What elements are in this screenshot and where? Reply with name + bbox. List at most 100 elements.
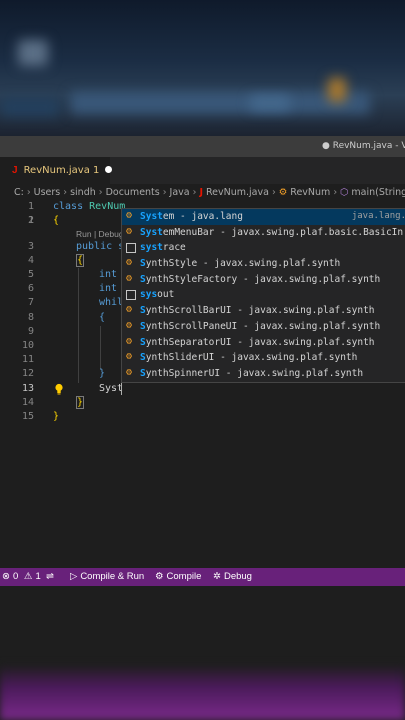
code-brace: {: [76, 254, 85, 267]
code-brace: {: [99, 312, 106, 323]
breadcrumb-class[interactable]: RevNum: [290, 187, 330, 198]
code-brace: {: [53, 215, 60, 226]
suggestion-label: emMenuBar - javax.swing.plaf.basic.Basic…: [162, 226, 404, 238]
error-count: 0: [12, 571, 19, 582]
suggestion-match: Syst: [140, 226, 163, 238]
code-keyword: int: [99, 283, 118, 294]
snippet-icon: [126, 290, 136, 301]
chevron-right-icon: ›: [162, 187, 167, 198]
suggestion-label: em - java.lang: [162, 211, 243, 222]
suggestion-item[interactable]: ⚙ SystemMenuBar - javax.swing.plaf.basic.…: [122, 225, 405, 241]
suggestion-label: ynthSeparatorUI - javax.swing.plaf.synth: [145, 336, 375, 348]
class-icon: ⚙: [278, 187, 288, 198]
breadcrumb: C: › Users › sindh › Documents › Java › J RevNum.ja…: [0, 184, 405, 202]
suggestion-label: ynthScrollPaneUI - javax.swing.plaf.synt…: [145, 320, 381, 332]
line-number: 4: [27, 255, 34, 266]
chevron-right-icon: ›: [271, 187, 276, 198]
status-bar: ⊗ 0 ⚠ 1 ⇌ ▷ Compile & Run ⚙ Compile ✲ Debug: [0, 568, 405, 586]
suggestion-match: sys: [140, 289, 158, 301]
tab-revnum-java[interactable]: J RevNum.java 1: [0, 157, 113, 184]
suggestion-label: ynthStyle - javax.swing.plaf.synth: [145, 258, 341, 270]
text-cursor: [121, 383, 122, 395]
line-number: 3: [27, 241, 34, 252]
blurred-background-bottom: [0, 586, 405, 720]
class-icon: ⚙: [126, 366, 133, 378]
snippet-icon: [126, 243, 136, 254]
lightbulb-icon[interactable]: [54, 383, 64, 395]
breadcrumb-method[interactable]: main(String: [351, 187, 405, 198]
compile-run-label: Compile & Run: [80, 571, 145, 582]
suggestion-item[interactable]: ⚙ SynthStyleFactory - javax.swing.plaf.sy…: [122, 272, 405, 288]
chevron-right-icon: ›: [63, 187, 68, 198]
breadcrumb-users[interactable]: Users: [34, 187, 61, 198]
code-typed-text: Syst: [99, 383, 124, 394]
code-brace: }: [53, 411, 60, 422]
remote-icon[interactable]: ⇌: [46, 571, 54, 582]
line-number: 12: [21, 368, 34, 379]
warning-icon: ⚠: [23, 571, 33, 582]
java-file-icon: J: [12, 165, 18, 176]
breadcrumb-file[interactable]: RevNum.java: [206, 187, 269, 198]
suggestion-item[interactable]: ⚙ System - java.lang java.lang.: [122, 209, 405, 225]
chevron-right-icon: ›: [192, 187, 197, 198]
breadcrumb-documents[interactable]: Documents: [106, 187, 160, 198]
class-icon: ⚙: [126, 257, 133, 269]
line-number: 11: [21, 354, 34, 365]
suggestion-label: ynthScrollBarUI - javax.swing.plaf.synth: [145, 305, 375, 317]
line-number: 14: [21, 397, 34, 408]
suggestion-label: ynthStyleFactory - javax.swing.plaf.synt…: [145, 273, 381, 285]
class-icon: ⚙: [126, 319, 133, 331]
compile-run-button[interactable]: ▷ Compile & Run: [70, 571, 144, 582]
unsaved-dot-icon[interactable]: [105, 166, 113, 173]
suggestion-label: out: [157, 289, 175, 301]
line-number: 10: [21, 340, 34, 351]
suggestion-item[interactable]: systrace: [122, 240, 405, 256]
suggestion-item[interactable]: ⚙ SynthScrollPaneUI - javax.swing.plaf.sy…: [122, 319, 405, 335]
code-keyword: public s: [76, 241, 125, 252]
error-icon: ⊗: [2, 571, 10, 582]
editor-tab-bar: J RevNum.java 1: [0, 157, 405, 184]
suggestion-item[interactable]: ⚙SynthSplitPaneUI - javax.swing.plaf.syn…: [122, 382, 405, 383]
warning-count: 1: [35, 571, 41, 582]
breadcrumb-user[interactable]: sindh: [70, 187, 96, 198]
suggestion-item[interactable]: ⚙ SynthStyle - javax.swing.plaf.synth: [122, 256, 405, 272]
suggestion-item[interactable]: sysout: [122, 287, 405, 303]
class-icon: ⚙: [126, 304, 133, 316]
code-keyword: class: [53, 201, 84, 212]
code-keyword: whil: [99, 297, 124, 308]
chevron-right-icon: ›: [333, 187, 338, 198]
suggestion-item[interactable]: ⚙ SynthSliderUI - javax.swing.plaf.synth: [122, 350, 405, 366]
class-icon: ⚙: [126, 335, 133, 347]
suggestion-label: ynthSliderUI - javax.swing.plaf.synth: [145, 352, 358, 364]
java-file-icon: J: [199, 187, 203, 198]
play-icon: ▷: [70, 571, 78, 582]
debug-button[interactable]: ✲ Debug: [213, 571, 252, 582]
suggestion-detail: java.lang.: [351, 211, 405, 221]
class-icon: ⚙: [126, 210, 133, 221]
line-number: 7: [27, 297, 34, 308]
suggestion-label: ynthSpinnerUI - javax.swing.plaf.synth: [145, 367, 364, 379]
code-keyword: int: [99, 269, 118, 280]
breadcrumb-java[interactable]: Java: [170, 187, 190, 198]
compile-button[interactable]: ⚙ Compile: [155, 571, 201, 582]
line-number: 5: [27, 269, 34, 280]
suggestion-item[interactable]: ⚙ SynthSpinnerUI - javax.swing.plaf.synth: [122, 366, 405, 382]
indent-guide: [78, 268, 79, 383]
line-number: 1: [27, 201, 34, 212]
code-brace: }: [76, 396, 85, 409]
breadcrumb-drive[interactable]: C:: [14, 187, 24, 198]
suggestion-item[interactable]: ⚙ SynthSeparatorUI - javax.swing.plaf.syn…: [122, 335, 405, 351]
tab-label: RevNum.java 1: [23, 165, 100, 176]
suggestion-item[interactable]: ⚙ SynthScrollBarUI - javax.swing.plaf.syn…: [122, 303, 405, 319]
blurred-background-top: [0, 0, 405, 136]
window-title-bar: ● RevNum.java - Visu: [0, 136, 405, 157]
codelens-run-debug[interactable]: Run | Debug: [76, 229, 124, 239]
class-icon: ⚙: [126, 351, 133, 363]
chevron-right-icon: ›: [98, 187, 103, 198]
debug-label: Debug: [223, 571, 252, 582]
autocomplete-suggestions: ⚙ Syst em - java.lang java.lang. ⚙ SystemMenu…: [121, 208, 405, 383]
gear-icon: ⚙: [155, 571, 164, 582]
class-icon: ⚙: [126, 272, 133, 284]
problems-indicator[interactable]: ⊗ 0 ⚠ 1: [2, 571, 41, 582]
indent-guide: [100, 326, 101, 370]
